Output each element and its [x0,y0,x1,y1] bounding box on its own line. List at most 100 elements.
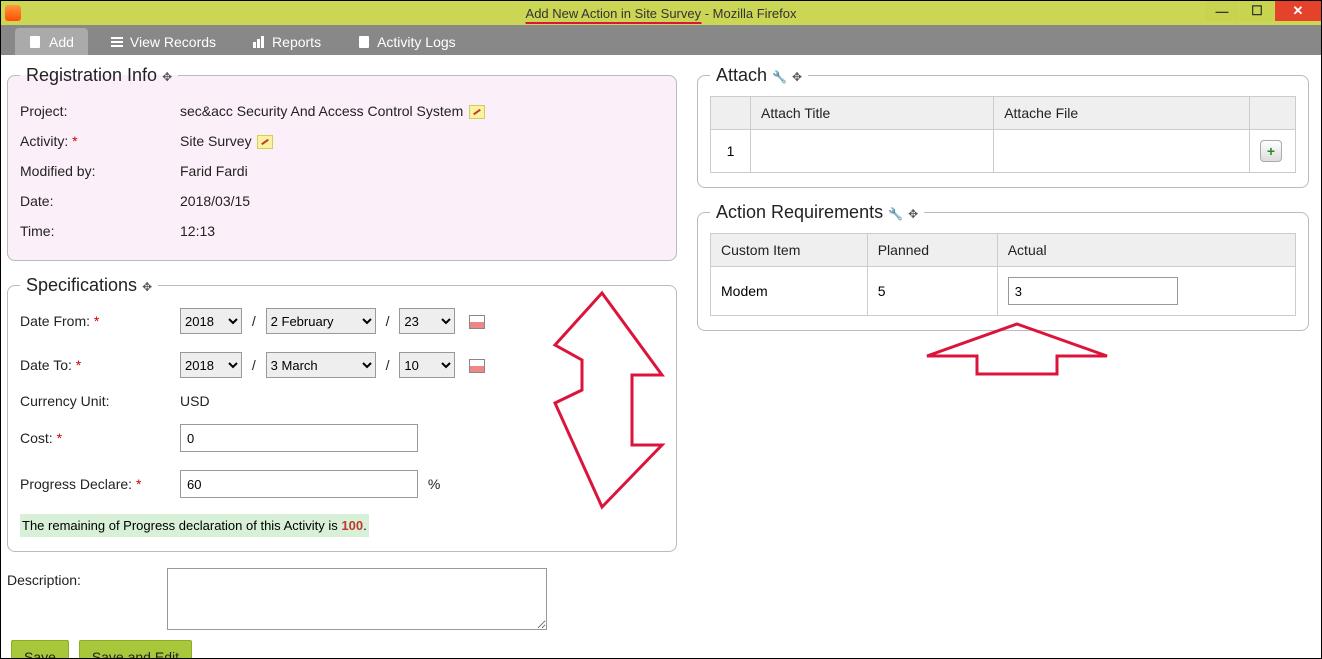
req-row-planned: 5 [867,267,997,316]
req-row: Modem 5 [711,267,1296,316]
required-mark: * [94,313,99,329]
calendar-icon[interactable] [469,359,485,373]
cost-control [180,424,418,452]
attach-row-num: 1 [711,130,751,173]
time-value: 12:13 [180,223,215,239]
left-column: Registration Info ✥ Project: sec&acc Sec… [7,65,677,659]
time-label: Time: [20,223,180,239]
req-actual-input[interactable] [1008,277,1178,305]
registration-info-legend-text: Registration Info [26,65,157,85]
specifications-panel: Specifications ✥ Date From: * 2018 / 2 F… [7,275,677,552]
registration-info-panel: Registration Info ✥ Project: sec&acc Sec… [7,65,677,261]
spec-wrap: Specifications ✥ Date From: * 2018 / 2 F… [7,275,677,552]
project-value-text: sec&acc Security And Access Control Syst… [180,103,463,119]
cost-label-text: Cost: [20,430,57,446]
activity-value-text: Site Survey [180,133,252,149]
tab-reports[interactable]: Reports [238,28,335,55]
attach-legend: Attach 🔧 ✥ [710,65,808,86]
currency-label: Currency Unit: [20,393,180,409]
attach-table: Attach Title Attache File 1 + [710,96,1296,173]
edit-icon[interactable] [469,105,485,119]
log-icon [357,35,371,49]
date-to-year-select[interactable]: 2018 [180,352,242,378]
specifications-legend: Specifications ✥ [20,275,158,296]
date-from-label-text: Date From: [20,313,94,329]
slash: / [252,357,256,373]
percent-sign: % [428,476,440,492]
date-to-label-text: Date To: [20,357,76,373]
list-icon [110,35,124,49]
date-label: Date: [20,193,180,209]
move-icon[interactable]: ✥ [908,207,918,221]
req-row-actual-cell [997,267,1295,316]
maximize-button[interactable]: ☐ [1240,1,1274,21]
cost-label: Cost: * [20,430,180,446]
tab-add[interactable]: Add [15,28,88,55]
tab-activity-logs[interactable]: Activity Logs [343,28,470,55]
move-icon[interactable]: ✥ [162,70,172,84]
progress-control: % [180,470,440,498]
attach-row-file[interactable] [994,130,1250,173]
save-and-edit-button[interactable]: Save and Edit [79,640,192,659]
row-cost: Cost: * [20,422,664,454]
progress-input[interactable] [180,470,418,498]
slash: / [252,313,256,329]
attach-legend-text: Attach [716,65,767,85]
attach-col-num [711,97,751,130]
attach-header-row: Attach Title Attache File [711,97,1296,130]
tab-add-label: Add [49,34,74,50]
project-label: Project: [20,103,180,119]
attach-col-title: Attach Title [751,97,994,130]
wrench-icon[interactable]: 🔧 [772,70,787,84]
cost-input[interactable] [180,424,418,452]
tab-view-records[interactable]: View Records [96,28,230,55]
close-button[interactable]: ✕ [1275,1,1321,21]
form-buttons: Save Save and Edit [7,640,677,659]
required-mark: * [76,357,81,373]
slash: / [386,357,390,373]
window: Add New Action in Site Survey - Mozilla … [0,0,1322,659]
attach-panel: Attach 🔧 ✥ Attach Title Attache File [697,65,1309,188]
date-value: 2018/03/15 [180,193,250,209]
required-mark: * [72,133,77,149]
row-date: Date: 2018/03/15 [20,186,664,216]
save-button[interactable]: Save [11,640,69,659]
activity-label: Activity: * [20,133,180,149]
req-row-item: Modem [711,267,868,316]
move-icon[interactable]: ✥ [142,280,152,294]
date-from-month-select[interactable]: 2 February [266,308,376,334]
description-textarea[interactable] [167,568,547,630]
tab-view-label: View Records [130,34,216,50]
date-to-label: Date To: * [20,357,180,373]
date-from-year-select[interactable]: 2018 [180,308,242,334]
requirements-table: Custom Item Planned Actual Modem 5 [710,233,1296,316]
firefox-icon [5,5,21,21]
progress-remaining-note: The remaining of Progress declaration of… [20,514,664,537]
row-activity: Activity: * Site Survey [20,126,664,156]
add-attachment-button[interactable]: + [1260,140,1282,162]
description-label: Description: [7,568,167,588]
remaining-prefix: The remaining of Progress declaration of… [22,518,341,533]
move-icon[interactable]: ✥ [792,70,802,84]
nav-bar: Add View Records Reports Activity Logs [1,25,1321,55]
window-title: Add New Action in Site Survey - Mozilla … [526,6,797,21]
action-requirements-legend-text: Action Requirements [716,202,883,222]
window-controls: — ☐ ✕ [1205,1,1321,25]
date-to-day-select[interactable]: 10 [399,352,455,378]
modified-by-label: Modified by: [20,163,180,179]
remaining-suffix: . [363,518,367,533]
attach-row-title[interactable] [751,130,994,173]
progress-label-text: Progress Declare: [20,476,136,492]
tab-reports-label: Reports [272,34,321,50]
edit-icon[interactable] [257,135,273,149]
row-date-from: Date From: * 2018 / 2 February / 23 [20,306,664,336]
date-to-month-select[interactable]: 3 March [266,352,376,378]
calendar-icon[interactable] [469,315,485,329]
wrench-icon[interactable]: 🔧 [888,207,903,221]
tab-logs-label: Activity Logs [377,34,456,50]
minimize-button[interactable]: — [1205,1,1239,21]
attach-col-file: Attache File [994,97,1250,130]
req-header-row: Custom Item Planned Actual [711,234,1296,267]
date-from-day-select[interactable]: 23 [399,308,455,334]
row-currency: Currency Unit: USD [20,386,664,416]
